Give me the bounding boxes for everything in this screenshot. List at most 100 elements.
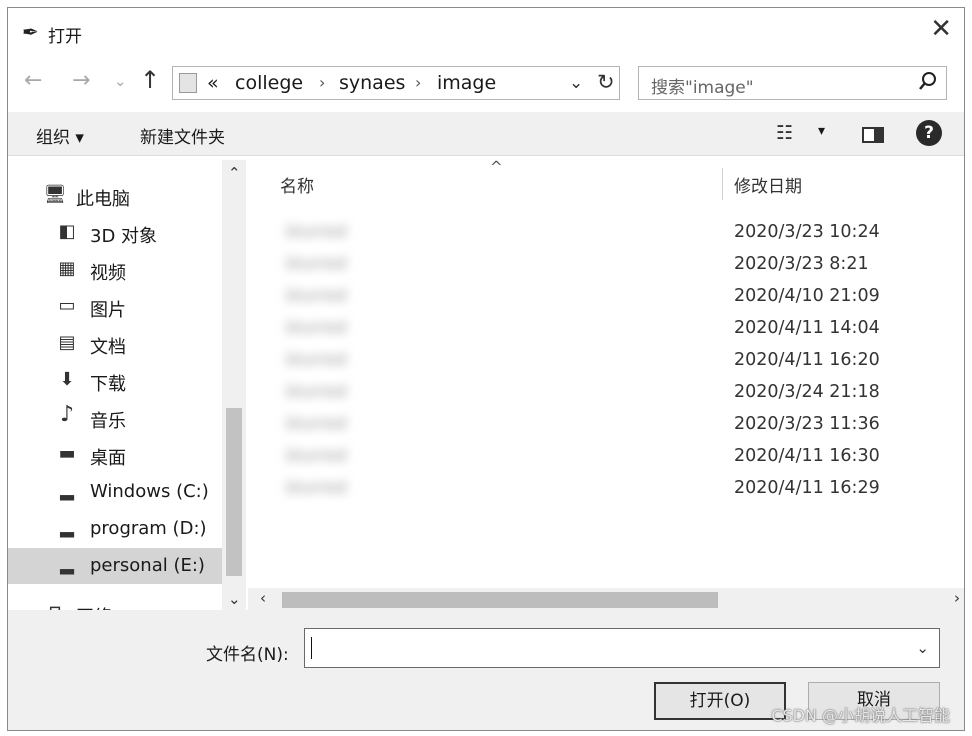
sidebar-item-pictures[interactable]: ▭ 图片 xyxy=(8,289,222,325)
desktop-icon: ▬ xyxy=(58,443,76,464)
column-header-date[interactable]: 修改日期 xyxy=(734,172,802,197)
sidebar-item-personal-e[interactable]: ▂ personal (E:) xyxy=(8,548,222,584)
network-icon: ⊓ xyxy=(42,602,68,610)
sidebar-item-label: 文档 xyxy=(90,337,126,358)
windows-drive-icon: ▂ xyxy=(60,480,74,501)
breadcrumb-image[interactable]: image xyxy=(437,72,496,94)
file-name: blurred xyxy=(286,446,347,466)
music-icon: ♪ xyxy=(59,402,75,427)
picture-icon: ▭ xyxy=(58,295,76,316)
file-name: blurred xyxy=(286,478,347,498)
chevron-up-icon[interactable]: ⌃ xyxy=(228,164,241,182)
search-input[interactable]: 搜索"image" xyxy=(651,73,754,98)
sidebar-item-label: 音乐 xyxy=(90,411,126,432)
computer-icon: 🖥 xyxy=(43,184,67,205)
chevron-down-icon[interactable]: ⌄ xyxy=(569,73,583,93)
scrollbar-thumb[interactable] xyxy=(282,592,718,608)
filename-label: 文件名(N): xyxy=(206,645,289,665)
file-row[interactable]: blurred 2020/4/11 16:29 xyxy=(278,474,938,504)
breadcrumb-separator[interactable]: › xyxy=(415,73,421,92)
breadcrumb-separator[interactable]: › xyxy=(319,73,325,92)
sort-ascending-icon: ^ xyxy=(490,158,503,176)
chevron-right-icon[interactable]: › xyxy=(954,589,960,607)
file-date: 2020/4/11 16:30 xyxy=(734,446,880,466)
folder-icon xyxy=(179,73,197,93)
help-icon[interactable]: ? xyxy=(916,120,942,146)
file-date: 2020/3/24 21:18 xyxy=(734,382,880,402)
open-button[interactable]: 打开(O) xyxy=(654,682,786,720)
drive-icon: ▂ xyxy=(60,517,74,538)
chevron-down-icon[interactable]: ⌄ xyxy=(916,639,929,657)
back-arrow-icon[interactable]: ← xyxy=(24,68,42,93)
filename-field[interactable]: ⌄ xyxy=(304,628,940,668)
command-toolbar: 组织 ▾ 新建文件夹 ☷ ▾ ? xyxy=(8,112,964,156)
file-name: blurred xyxy=(286,350,347,370)
organize-button[interactable]: 组织 ▾ xyxy=(36,123,84,148)
scrollbar-thumb[interactable] xyxy=(226,408,242,576)
file-row[interactable]: blurred 2020/4/11 16:20 xyxy=(278,346,938,376)
watermark: CSDN @小胡说人工智能 xyxy=(771,706,950,725)
navigation-pane: 🖥 此电脑 ◧ 3D 对象 ▦ 视频 ▭ 图片 ▤ 文档 ⬇ 下载 ♪ 音乐 ▬ xyxy=(8,160,248,610)
chevron-down-icon[interactable]: ⌄ xyxy=(228,590,241,608)
sidebar-item-label: 下载 xyxy=(90,374,126,395)
view-options-icon[interactable]: ☷ xyxy=(776,122,793,144)
chevron-left-icon[interactable]: ‹ xyxy=(260,589,266,607)
sidebar-item-this-pc[interactable]: 🖥 此电脑 xyxy=(8,178,222,214)
sidebar-scrollbar[interactable]: ⌃ ⌄ xyxy=(222,160,246,610)
file-name: blurred xyxy=(286,222,347,242)
breadcrumb-college[interactable]: college xyxy=(235,72,303,94)
file-row[interactable]: blurred 2020/3/23 11:36 xyxy=(278,410,938,440)
column-divider[interactable] xyxy=(722,168,723,200)
recent-locations-icon[interactable]: ⌄ xyxy=(114,72,127,90)
sidebar-item-music[interactable]: ♪ 音乐 xyxy=(8,400,222,436)
address-bar[interactable]: « college › synaes › image ⌄ ↻ xyxy=(172,66,620,100)
drive-icon: ▂ xyxy=(60,554,74,575)
file-name: blurred xyxy=(286,414,347,434)
sidebar-item-program-d[interactable]: ▂ program (D:) xyxy=(8,511,222,547)
sidebar-item-label: 视频 xyxy=(90,263,126,284)
sidebar-item-label: personal (E:) xyxy=(90,555,205,576)
dialog-footer: 文件名(N): ⌄ 打开(O) 取消 CSDN @小胡说人工智能 xyxy=(8,610,964,730)
feather-icon: ✒ xyxy=(22,20,39,44)
sidebar-item-videos[interactable]: ▦ 视频 xyxy=(8,252,222,288)
file-row[interactable]: blurred 2020/4/11 16:30 xyxy=(278,442,938,472)
navigation-bar: ← → ⌄ ↑ « college › synaes › image ⌄ ↻ 搜… xyxy=(8,64,964,104)
column-header-name[interactable]: 名称 xyxy=(280,172,314,197)
sidebar-item-network[interactable]: ⊓ 网络 xyxy=(8,596,222,610)
sidebar-item-3d-objects[interactable]: ◧ 3D 对象 xyxy=(8,215,222,251)
sidebar-item-label: 3D 对象 xyxy=(90,226,158,247)
sidebar-item-downloads[interactable]: ⬇ 下载 xyxy=(8,363,222,399)
new-folder-button[interactable]: 新建文件夹 xyxy=(140,123,225,148)
sidebar-item-label: Windows (C:) xyxy=(90,481,209,502)
forward-arrow-icon[interactable]: → xyxy=(72,68,90,93)
title-bar: ✒ 打开 ✕ xyxy=(8,8,964,56)
text-caret xyxy=(311,637,312,659)
file-date: 2020/3/23 11:36 xyxy=(734,414,880,434)
file-row[interactable]: blurred 2020/4/11 14:04 xyxy=(278,314,938,344)
search-box[interactable]: 搜索"image" xyxy=(638,66,947,100)
refresh-icon[interactable]: ↻ xyxy=(597,70,615,94)
up-arrow-icon[interactable]: ↑ xyxy=(140,66,160,94)
file-list-scrollbar[interactable]: ‹ › xyxy=(248,588,964,610)
chevron-down-icon[interactable]: ▾ xyxy=(818,123,825,139)
close-icon[interactable]: ✕ xyxy=(930,14,952,44)
sidebar-item-label: 网络 xyxy=(76,603,112,610)
file-row[interactable]: blurred 2020/3/23 10:24 xyxy=(278,218,938,248)
breadcrumb-synaes[interactable]: synaes xyxy=(339,72,405,94)
download-icon: ⬇ xyxy=(59,369,75,390)
file-date: 2020/4/11 16:29 xyxy=(734,478,880,498)
breadcrumb-overflow[interactable]: « xyxy=(207,72,219,94)
file-row[interactable]: blurred 2020/4/10 21:09 xyxy=(278,282,938,312)
preview-pane-icon[interactable] xyxy=(862,127,884,143)
open-file-dialog: ✒ 打开 ✕ ← → ⌄ ↑ « college › synaes › imag… xyxy=(7,7,965,731)
file-row[interactable]: blurred 2020/3/24 21:18 xyxy=(278,378,938,408)
file-list: ^ 名称 修改日期 blurred 2020/3/23 10:24 blurre… xyxy=(248,158,964,610)
file-row[interactable]: blurred 2020/3/23 8:21 xyxy=(278,250,938,280)
file-name: blurred xyxy=(286,318,347,338)
search-icon[interactable] xyxy=(918,71,938,91)
cube-icon: ◧ xyxy=(58,221,76,242)
sidebar-item-desktop[interactable]: ▬ 桌面 xyxy=(8,437,222,473)
sidebar-item-label: program (D:) xyxy=(90,518,207,539)
sidebar-item-documents[interactable]: ▤ 文档 xyxy=(8,326,222,362)
sidebar-item-windows-c[interactable]: ▂ Windows (C:) xyxy=(8,474,222,510)
